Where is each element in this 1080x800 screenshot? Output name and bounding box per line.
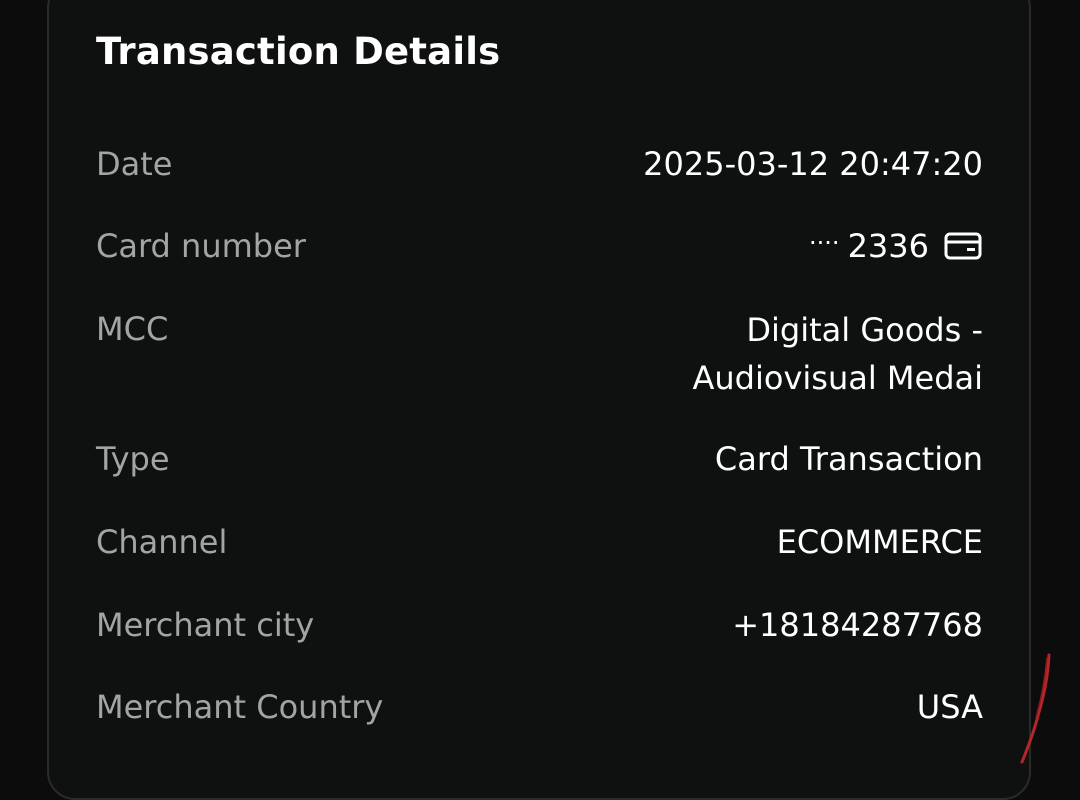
- card-number-value[interactable]: ···· 2336: [809, 227, 983, 265]
- channel-value: ECOMMERCE: [776, 523, 983, 561]
- type-label: Type: [96, 440, 170, 478]
- date-label: Date: [96, 145, 173, 183]
- type-value: Card Transaction: [714, 440, 983, 478]
- date-value: 2025-03-12 20:47:20: [643, 145, 983, 183]
- channel-label: Channel: [96, 523, 228, 561]
- merchant-country-label: Merchant Country: [96, 688, 384, 726]
- red-annotation-stroke: [1020, 653, 1051, 764]
- merchant-city-label: Merchant city: [96, 606, 315, 644]
- mcc-value: Digital Goods - Audiovisual Medai: [692, 306, 983, 402]
- card-number-last4: 2336: [847, 227, 929, 265]
- card-number-mask: ····: [809, 229, 840, 257]
- merchant-country-value: USA: [916, 688, 983, 726]
- mcc-value-line2: Audiovisual Medai: [692, 359, 983, 397]
- merchant-city-value: +18184287768: [732, 606, 983, 644]
- mcc-label: MCC: [96, 310, 169, 348]
- page-title: Transaction Details: [96, 30, 501, 73]
- card-number-label: Card number: [96, 227, 306, 265]
- card-icon: [943, 231, 983, 261]
- mcc-value-line1: Digital Goods -: [746, 311, 983, 349]
